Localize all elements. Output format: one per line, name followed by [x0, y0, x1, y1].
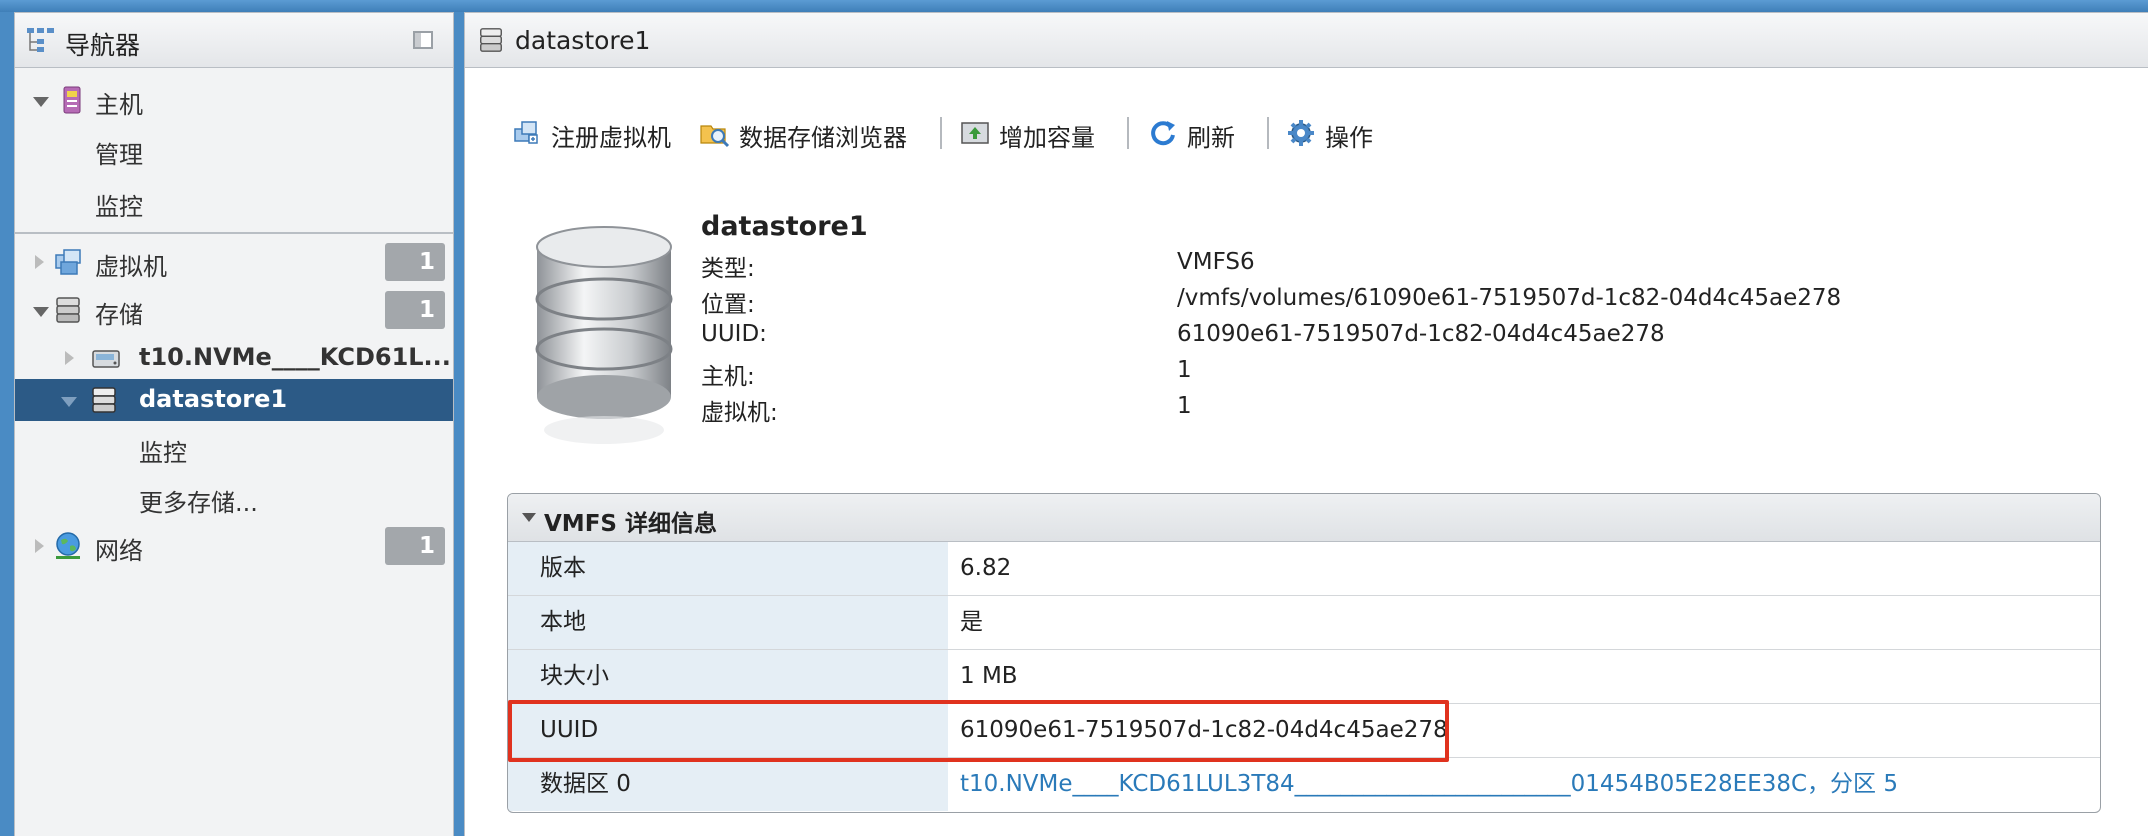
nav-item-more-storage[interactable]: 更多存储...	[15, 477, 453, 519]
toolbar-separator	[940, 117, 942, 149]
nav-item-nvme-device[interactable]: t10.NVMe____KCD61L...	[15, 337, 453, 379]
nav-item-storage-monitor[interactable]: 监控	[15, 427, 453, 469]
vmfs-key: 块大小	[508, 650, 948, 703]
nav-item-nvme-device-label: t10.NVMe____KCD61L...	[139, 343, 451, 371]
refresh-button[interactable]: 刷新	[1147, 113, 1247, 153]
nav-item-manage-label: 管理	[95, 141, 143, 169]
vms-count-badge: 1	[385, 243, 445, 281]
page-title: datastore1	[515, 26, 651, 55]
extent-device-link[interactable]: t10.NVMe____KCD61LUL3T84________________…	[960, 758, 1898, 811]
actions-label: 操作	[1325, 124, 1373, 152]
table-row: 本地 是	[508, 596, 2100, 650]
nav-item-manage[interactable]: 管理	[15, 129, 453, 171]
datastore-browser-button[interactable]: 数据存储浏览器	[699, 113, 919, 153]
navigator-panel: 导航器 主机 管理 监控 虚拟机 1 存储 1 t10.NVMe____KCD6…	[14, 12, 454, 836]
nav-item-host[interactable]: 主机	[15, 79, 453, 121]
navigator-header: 导航器	[15, 13, 453, 68]
toolbar-separator	[1127, 117, 1129, 149]
summary-key: 主机:	[701, 364, 755, 390]
vmfs-key: 版本	[508, 542, 948, 595]
host-icon	[63, 86, 81, 114]
summary-value: /vmfs/volumes/61090e61-7519507d-1c82-04d…	[1177, 285, 1842, 311]
nav-divider	[15, 232, 453, 234]
collapse-panel-icon[interactable]	[413, 31, 433, 49]
vmfs-details-title: VMFS 详细信息	[544, 511, 717, 537]
main-header: datastore1	[465, 13, 2148, 68]
increase-capacity-label: 增加容量	[999, 124, 1095, 152]
actions-button[interactable]: 操作	[1285, 113, 1385, 153]
storage-count-badge: 1	[385, 291, 445, 329]
network-globe-icon	[56, 532, 80, 559]
vmfs-details-header[interactable]: VMFS 详细信息	[508, 494, 2100, 542]
nav-item-host-monitor-label: 监控	[95, 193, 143, 221]
nav-item-network[interactable]: 网络 1	[15, 525, 453, 567]
nav-item-host-monitor[interactable]: 监控	[15, 181, 453, 223]
main-panel: datastore1 注册虚拟机 数据存储浏览器 增加容量 刷新 操作 data…	[464, 12, 2148, 836]
summary-value: 1	[1177, 393, 1192, 419]
nav-item-more-storage-label: 更多存储...	[139, 489, 258, 517]
increase-capacity-icon	[961, 122, 989, 144]
nav-item-storage[interactable]: 存储 1	[15, 289, 453, 331]
datastore-name: datastore1	[701, 211, 868, 242]
expand-arrow-icon[interactable]	[35, 255, 44, 269]
datastore-large-icon	[535, 226, 673, 444]
datastore-icon	[480, 28, 502, 52]
vmfs-key: UUID	[508, 704, 948, 757]
nav-item-datastore1-label: datastore1	[139, 385, 288, 413]
collapse-arrow-icon[interactable]	[522, 513, 536, 522]
table-row: UUID 61090e61-7519507d-1c82-04d4c45ae278	[508, 704, 2100, 758]
expand-arrow-icon[interactable]	[35, 539, 44, 553]
register-vm-label: 注册虚拟机	[551, 124, 671, 152]
summary-key: 虚拟机:	[701, 400, 778, 426]
nav-item-vms[interactable]: 虚拟机 1	[15, 241, 453, 283]
network-count-badge: 1	[385, 527, 445, 565]
navigator-title: 导航器	[65, 31, 141, 60]
nav-item-storage-monitor-label: 监控	[139, 439, 187, 467]
toolbar-separator	[1267, 117, 1269, 149]
storage-icon	[56, 297, 80, 323]
window-top-bar	[0, 0, 2148, 12]
expand-arrow-icon[interactable]	[65, 351, 74, 365]
folder-search-icon	[700, 125, 730, 148]
vmfs-key: 本地	[508, 596, 948, 649]
vmfs-value: 61090e61-7519507d-1c82-04d4c45ae278	[960, 717, 1448, 743]
disk-device-icon	[92, 350, 120, 368]
vmfs-value: 6.82	[960, 555, 1012, 581]
nav-item-host-label: 主机	[95, 91, 143, 119]
vmfs-value: 1 MB	[960, 663, 1018, 689]
gear-icon	[1288, 120, 1314, 146]
summary-key: 类型:	[701, 256, 755, 282]
summary-key: 位置:	[701, 292, 755, 318]
nav-item-vms-label: 虚拟机	[95, 253, 167, 281]
increase-capacity-button[interactable]: 增加容量	[959, 113, 1109, 153]
expand-arrow-icon[interactable]	[33, 97, 49, 107]
vmfs-value: 是	[960, 609, 983, 635]
datastore-icon	[92, 387, 116, 413]
nav-item-network-label: 网络	[95, 537, 143, 565]
table-row: 数据区 0 t10.NVMe____KCD61LUL3T84__________…	[508, 758, 2100, 812]
datastore-browser-label: 数据存储浏览器	[739, 124, 907, 152]
summary-value: VMFS6	[1177, 249, 1255, 275]
refresh-icon	[1151, 121, 1175, 146]
summary-key: UUID:	[701, 321, 767, 347]
vmfs-key: 数据区 0	[508, 758, 948, 811]
refresh-label: 刷新	[1187, 124, 1235, 152]
table-row: 版本 6.82	[508, 542, 2100, 596]
register-vm-icon	[514, 121, 538, 144]
summary-value: 1	[1177, 357, 1192, 383]
table-row: 块大小 1 MB	[508, 650, 2100, 704]
expand-arrow-icon[interactable]	[33, 307, 49, 317]
expand-arrow-icon[interactable]	[61, 397, 77, 407]
virtual-machine-icon	[55, 249, 81, 275]
nav-item-datastore1[interactable]: datastore1	[15, 379, 453, 421]
nav-item-storage-label: 存储	[95, 301, 143, 329]
register-vm-button[interactable]: 注册虚拟机	[511, 113, 681, 153]
navigator-tree-icon	[27, 28, 54, 52]
summary-value: 61090e61-7519507d-1c82-04d4c45ae278	[1177, 321, 1665, 347]
vmfs-details-panel: VMFS 详细信息 版本 6.82 本地 是 块大小 1 MB UUID 610…	[507, 493, 2101, 813]
